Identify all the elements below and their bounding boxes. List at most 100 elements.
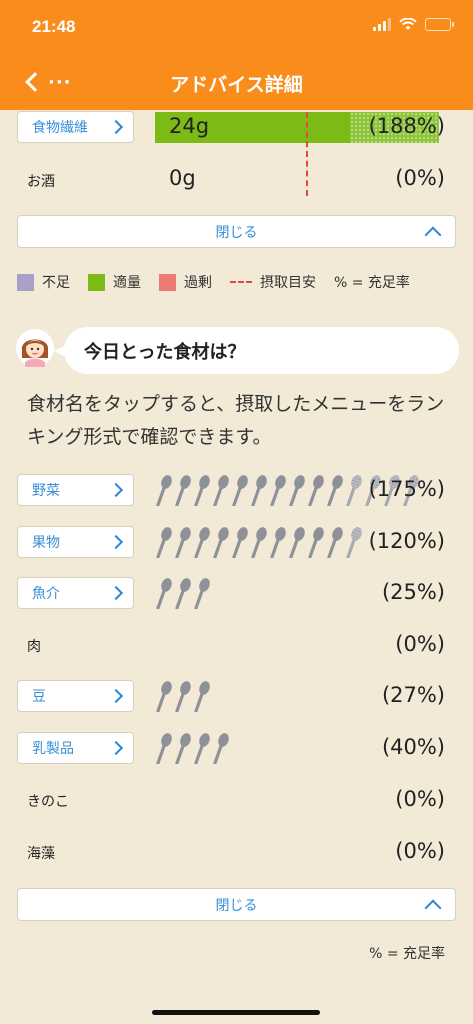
- food-label: 豆: [32, 689, 46, 705]
- legend-target-label: 摂取目安: [260, 275, 316, 291]
- question-text: 今日とった食材は？: [84, 341, 246, 363]
- spoon-icon: [174, 577, 192, 613]
- spoon-icon: [174, 680, 192, 716]
- spoon-excess-icon: [345, 474, 363, 510]
- status-icons: [373, 18, 454, 31]
- cellular-signal-icon: [373, 18, 391, 31]
- food-percent: (0%): [395, 839, 445, 863]
- spoon-meter: [155, 577, 211, 613]
- legend-excess-label: 過剰: [184, 275, 212, 291]
- food-percent: (0%): [395, 787, 445, 811]
- spoon-meter: [155, 680, 211, 716]
- nutrient-label: 食物繊維: [32, 120, 88, 136]
- spoon-icon: [193, 680, 211, 716]
- chevron-right-icon: [108, 740, 124, 756]
- legend-percent-note: % = 充足率: [334, 272, 410, 292]
- food-percent: (120%): [368, 529, 445, 553]
- spoon-icon: [231, 526, 249, 562]
- spoon-icon: [326, 474, 344, 510]
- food-link-0[interactable]: 野菜: [17, 474, 134, 506]
- description-text: 食材名をタップすると、摂取したメニューをランキング形式で確認できます。: [27, 393, 445, 448]
- food-link-2[interactable]: 魚介: [17, 577, 134, 609]
- legend-shortage-swatch: [17, 273, 34, 291]
- advisor-avatar-icon: [16, 329, 54, 367]
- food-label: 野菜: [32, 483, 60, 499]
- close-label: 閉じる: [215, 897, 258, 914]
- spoon-icon: [212, 474, 230, 510]
- spoon-icon: [307, 526, 325, 562]
- chevron-right-icon: [108, 482, 124, 498]
- spoon-icon: [155, 577, 173, 613]
- food-percent: (175%): [368, 477, 445, 501]
- legend-target: 摂取目安: [230, 272, 316, 292]
- fiber-percent: (188%): [368, 114, 445, 138]
- spoon-icon: [307, 474, 325, 510]
- status-time: 21:48: [32, 17, 76, 36]
- spoon-icon: [231, 474, 249, 510]
- spoon-icon: [193, 526, 211, 562]
- spoon-icon: [193, 732, 211, 768]
- spoon-icon: [174, 474, 192, 510]
- legend-adequate: 適量: [88, 272, 141, 292]
- chevron-right-icon: [108, 585, 124, 601]
- battery-icon: [425, 18, 454, 31]
- spoon-meter: [155, 732, 230, 768]
- food-label: 肉: [27, 639, 41, 655]
- nutrient-link-fiber[interactable]: 食物繊維: [17, 111, 134, 143]
- spoon-icon: [155, 474, 173, 510]
- fiber-value: 24g: [169, 114, 210, 138]
- spoon-icon: [212, 526, 230, 562]
- spoon-icon: [174, 526, 192, 562]
- legend-adequate-label: 適量: [113, 275, 141, 291]
- legend-target-line: [230, 281, 252, 283]
- food-label: 海藻: [27, 846, 55, 862]
- spoon-icon: [155, 526, 173, 562]
- legend-excess-swatch: [159, 273, 176, 291]
- spoon-icon: [288, 526, 306, 562]
- spoon-icon: [212, 732, 230, 768]
- wifi-icon: [399, 18, 417, 30]
- food-link-1[interactable]: 果物: [17, 526, 134, 558]
- spoon-icon: [269, 526, 287, 562]
- food-percent: (40%): [381, 735, 445, 759]
- footer-percent-note: % = 充足率: [369, 946, 445, 962]
- food-percent: (27%): [381, 683, 445, 707]
- food-label: 果物: [32, 535, 60, 551]
- close-button-foods[interactable]: 閉じる: [17, 888, 456, 921]
- legend-percent-note-text: % = 充足率: [334, 275, 410, 291]
- food-label: 魚介: [32, 586, 60, 602]
- question-bubble: 今日とった食材は？: [54, 327, 459, 374]
- nutrient-label-alcohol: お酒: [27, 174, 55, 190]
- close-label: 閉じる: [215, 224, 258, 241]
- legend-adequate-swatch: [88, 273, 105, 291]
- close-button-nutrients[interactable]: 閉じる: [17, 215, 456, 248]
- food-link-5[interactable]: 乳製品: [17, 732, 134, 764]
- home-indicator[interactable]: [152, 1010, 320, 1015]
- chevron-up-icon: [424, 899, 442, 917]
- food-percent: (25%): [381, 580, 445, 604]
- app-header: 21:48 ··· アドバイス詳細: [0, 0, 473, 110]
- spoon-icon: [155, 680, 173, 716]
- spoon-icon: [250, 526, 268, 562]
- legend-shortage-label: 不足: [42, 275, 70, 291]
- target-line: [306, 112, 308, 196]
- spoon-icon: [326, 526, 344, 562]
- spoon-icon: [193, 577, 211, 613]
- alcohol-value: 0g: [169, 166, 196, 190]
- alcohol-percent: (0%): [395, 166, 445, 190]
- spoon-icon: [288, 474, 306, 510]
- food-link-4[interactable]: 豆: [17, 680, 134, 712]
- food-label: きのこ: [27, 794, 69, 810]
- food-percent: (0%): [395, 632, 445, 656]
- chevron-right-icon: [108, 534, 124, 550]
- spoon-excess-icon: [345, 526, 363, 562]
- food-label: 乳製品: [32, 741, 74, 757]
- spoon-icon: [155, 732, 173, 768]
- legend-excess: 過剰: [159, 272, 212, 292]
- chevron-right-icon: [108, 688, 124, 704]
- chevron-up-icon: [424, 226, 442, 244]
- spoon-icon: [193, 474, 211, 510]
- spoon-meter: [155, 526, 363, 562]
- page-title: アドバイス詳細: [170, 74, 303, 96]
- chevron-right-icon: [108, 119, 124, 135]
